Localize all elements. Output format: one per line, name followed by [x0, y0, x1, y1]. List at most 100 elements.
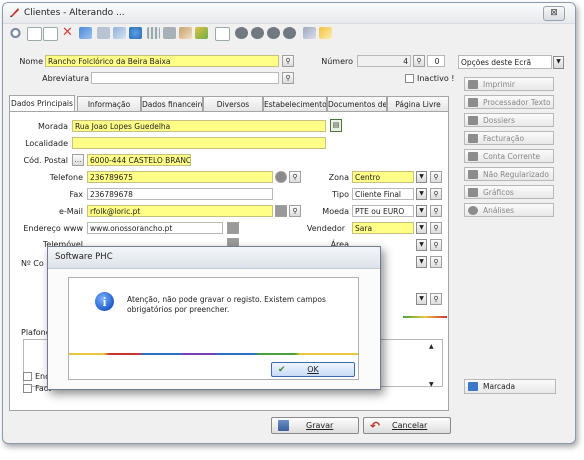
scroll-up-icon[interactable]: ▲: [429, 343, 434, 350]
analises-button[interactable]: Análises: [464, 203, 554, 217]
morada-field[interactable]: Rua Joao Lopes Guedelha: [72, 120, 326, 132]
error-dialog: Software PHC i Atenção, não pode gravar …: [47, 246, 381, 390]
morada-map-icon[interactable]: ▤: [330, 119, 342, 132]
db-icon[interactable]: [129, 27, 142, 39]
tab-documentos[interactable]: Documentos de: [327, 96, 387, 112]
title-bar: Clientes - Alterando ... ⊠: [3, 3, 575, 24]
www-field[interactable]: www.onossorancho.pt: [87, 222, 223, 234]
localidade-label: Localidade: [25, 139, 68, 148]
fax-field[interactable]: 236789678: [87, 188, 273, 200]
abreviatura-search-icon[interactable]: ⚲: [282, 72, 294, 84]
numero-search-icon[interactable]: ⚲: [413, 55, 425, 67]
email-icon[interactable]: [195, 27, 208, 39]
numero-second-field[interactable]: 0: [427, 55, 445, 67]
prev-icon[interactable]: [251, 27, 264, 39]
zona-dropdown-icon[interactable]: ▼: [416, 171, 427, 183]
codpostal-lookup-button[interactable]: …: [72, 154, 84, 166]
codpostal-label: Cód. Postal: [23, 156, 68, 165]
extra2-dropdown-icon[interactable]: ▼: [416, 293, 427, 305]
document-icon[interactable]: [215, 27, 230, 41]
print-icon[interactable]: [163, 27, 176, 39]
processador-texto-label: Processador Texto: [483, 98, 551, 107]
extra-search-icon[interactable]: ⚲: [430, 256, 442, 268]
email-field[interactable]: rfolk@loric.pt: [87, 205, 273, 217]
conta-corrente-label: Conta Corrente: [483, 152, 541, 161]
opcoes-combo[interactable]: Opções deste Ecrã: [458, 55, 552, 69]
search-icon[interactable]: [9, 27, 22, 39]
tipo-label: Tipo: [332, 190, 349, 199]
telefone-label: Telefone: [49, 173, 83, 182]
tipo-combo[interactable]: Cliente Final: [352, 188, 414, 200]
facturacao-button[interactable]: Facturação: [464, 131, 554, 145]
moeda-search-icon[interactable]: ⚲: [430, 205, 442, 217]
www-open-icon[interactable]: [227, 222, 239, 234]
tab-diversos[interactable]: Diversos: [203, 96, 263, 112]
dossiers-button[interactable]: Dossiers: [464, 113, 554, 127]
import-icon[interactable]: [79, 27, 92, 39]
localidade-field[interactable]: [72, 137, 326, 149]
tab-informacao[interactable]: Informação: [77, 96, 141, 112]
nao-regularizado-button[interactable]: Não Regularizado: [464, 167, 554, 181]
nao-regularizado-label: Não Regularizado: [483, 170, 549, 179]
telefone-field[interactable]: 236789675: [87, 171, 273, 183]
opcoes-dropdown-icon[interactable]: ▼: [553, 56, 564, 69]
area-dropdown-icon[interactable]: ▼: [416, 239, 427, 251]
first-icon[interactable]: [235, 27, 248, 39]
cancelar-button[interactable]: ↶ Cancelar: [363, 417, 451, 434]
graficos-button[interactable]: Gráficos: [464, 185, 554, 199]
zona-search-icon[interactable]: ⚲: [430, 171, 442, 183]
dossier-icon: [468, 116, 478, 125]
zona-combo[interactable]: Centro: [352, 171, 414, 183]
phone-icon[interactable]: [275, 171, 287, 183]
numero-field[interactable]: 4: [357, 55, 411, 67]
copy-icon[interactable]: [43, 27, 58, 41]
area-search-icon[interactable]: ⚲: [430, 239, 442, 251]
grid-icon[interactable]: [147, 27, 160, 39]
codpostal-field[interactable]: 6000-444 CASTELO BRANCO: [87, 154, 191, 166]
dialog-body: i Atenção, não pode gravar o registo. Ex…: [68, 277, 359, 380]
email-send-icon[interactable]: [275, 205, 287, 217]
signature-icon[interactable]: [179, 27, 192, 39]
inactivo-checkbox[interactable]: [405, 74, 414, 83]
extra-dropdown-icon[interactable]: ▼: [416, 256, 427, 268]
fact-checkbox[interactable]: [23, 384, 32, 393]
conta-corrente-button[interactable]: Conta Corrente: [464, 149, 554, 163]
window-title: Clientes - Alterando ...: [24, 8, 125, 18]
vendedor-combo[interactable]: Sara: [352, 222, 414, 234]
delete-icon[interactable]: ✕: [61, 26, 74, 39]
note-icon[interactable]: [319, 27, 332, 39]
next-icon[interactable]: [267, 27, 280, 39]
moeda-combo[interactable]: PTE ou EURO: [352, 205, 414, 217]
new-icon[interactable]: [27, 27, 42, 41]
marcada-button[interactable]: Marcada: [464, 379, 556, 394]
vendedor-search-icon[interactable]: ⚲: [430, 222, 442, 234]
gravar-button[interactable]: Gravar: [271, 417, 359, 434]
nome-field[interactable]: Rancho Folclórico da Beira Baixa: [45, 55, 279, 67]
imprimir-button[interactable]: Imprimir: [464, 77, 554, 91]
vendedor-dropdown-icon[interactable]: ▼: [416, 222, 427, 234]
scroll-down-icon[interactable]: ▼: [429, 381, 434, 388]
separator-line: [403, 316, 447, 318]
close-button[interactable]: ⊠: [543, 6, 565, 21]
ok-button[interactable]: ✔ OK: [271, 362, 355, 377]
tools-icon[interactable]: [113, 27, 126, 39]
tipo-dropdown-icon[interactable]: ▼: [416, 188, 427, 200]
unsettled-icon: [468, 170, 478, 179]
tab-pagina-livre[interactable]: Página Livre: [387, 96, 449, 112]
tab-dados-financeiro[interactable]: Dados financeiro: [141, 96, 203, 112]
tipo-search-icon[interactable]: ⚲: [430, 188, 442, 200]
check-icon: ✔: [278, 365, 286, 375]
moeda-dropdown-icon[interactable]: ▼: [416, 205, 427, 217]
last-icon[interactable]: [283, 27, 296, 39]
nome-search-icon[interactable]: ⚲: [282, 55, 294, 67]
abreviatura-field[interactable]: [91, 72, 279, 84]
www-label: Endereço www: [23, 224, 83, 233]
edit-icon[interactable]: [97, 27, 110, 39]
refresh-icon[interactable]: [303, 27, 316, 39]
inactivo-label: Inactivo !: [417, 74, 455, 83]
nc-label: Nº Co: [21, 259, 44, 268]
processador-texto-button[interactable]: Processador Texto: [464, 95, 554, 109]
tab-estabelecimento[interactable]: Estabelecimento: [263, 96, 327, 112]
extra2-search-icon[interactable]: ⚲: [430, 293, 442, 305]
enco-checkbox[interactable]: [23, 372, 32, 381]
